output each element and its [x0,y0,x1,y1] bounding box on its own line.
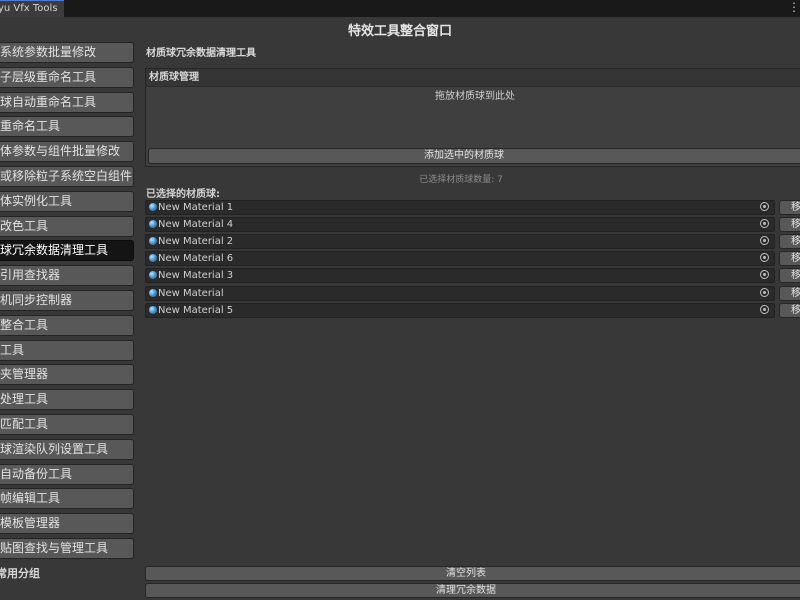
material-sphere-icon [149,254,157,263]
material-manager-panel: 材质球管理 拖放材质球到此处 添加选中的材质球 [145,68,800,167]
material-object-field[interactable]: New Material 2 [145,234,775,250]
material-object-field[interactable]: New Material 5 [145,302,775,318]
remove-material-button[interactable]: 移 [779,217,800,233]
material-sphere-icon [149,220,157,229]
material-sphere-icon [149,288,157,297]
sidebar-item[interactable]: 数子层级重命名工具 [0,66,134,88]
object-picker-icon[interactable] [760,287,769,297]
material-name: New Material 3 [158,270,234,282]
material-name: New Material 4 [158,219,234,231]
object-picker-icon[interactable] [760,202,769,211]
sidebar-item[interactable]: 藏夹管理器 [0,364,134,386]
material-object-field[interactable]: New Material 4 [145,217,775,233]
remove-material-button[interactable]: 移 [779,234,800,250]
sidebar-item[interactable]: 质球冗余数据清理工具 [0,240,134,262]
material-sphere-icon [149,203,157,211]
material-object-field[interactable]: New Material 1 [145,200,775,215]
sidebar-item[interactable]: 质球渲染队列设置工具 [0,438,134,460]
material-row: New Material 3 移 [145,268,800,285]
material-row: New Material 1 移 [145,200,800,217]
material-name: New Material 6 [158,253,234,265]
sidebar-item[interactable]: 子系统参数批量修改 [0,42,134,63]
window-tab[interactable]: yu Vfx Tools [0,0,64,17]
more-vertical-icon[interactable]: ⋮ [788,0,800,17]
material-row: New Material 2 移 [145,234,800,251]
material-object-field[interactable]: New Material [145,285,775,301]
clean-redundant-data-button[interactable]: 清理冗余数据 [145,583,800,598]
object-picker-icon[interactable] [760,304,769,314]
object-picker-icon[interactable] [760,253,769,263]
section-title: 材质球冗余数据清理工具 [146,48,256,59]
drop-zone-hint[interactable]: 拖放材质球到此处 [146,87,800,102]
sidebar-item[interactable]: 效模板管理器 [0,513,134,535]
sidebar-item[interactable]: 质球自动重命名工具 [0,91,134,113]
sidebar-item[interactable]: 源整合工具 [0,314,134,336]
window-title: 特效工具整合窗口 [347,24,452,39]
sidebar-item[interactable]: 刚体参数与组件批量修改 [0,141,134,163]
object-picker-icon[interactable] [760,236,769,246]
sidebar-item[interactable]: 加或移除粒子系统空白组件 [0,166,134,187]
material-name: New Material 1 [158,202,234,213]
material-row: New Material 移 [145,285,800,303]
material-row: New Material 5 移 [145,302,800,320]
material-row: New Material 6 移 [145,251,800,268]
selected-materials-label: 已选择的材质球: [146,189,220,200]
panel-header: 材质球管理 [146,69,800,87]
remove-material-button[interactable]: 移 [779,200,800,215]
material-name: New Material [158,287,224,299]
object-picker-icon[interactable] [760,270,769,280]
material-row: New Material 4 移 [145,217,800,234]
sidebar-item[interactable]: 度贴图查找与管理工具 [0,538,134,559]
remove-material-button[interactable]: 移 [779,268,800,284]
material-name: New Material 5 [158,304,234,316]
remove-material-button[interactable]: 移 [779,251,800,267]
tab-bar: yu Vfx Tools ⋮ [0,0,800,17]
sidebar-item[interactable]: 改改色工具 [0,215,134,237]
remove-material-button[interactable]: 移 [779,302,800,318]
remove-material-button[interactable]: 移 [779,285,800,301]
sidebar-item[interactable]: 画帧编辑工具 [0,488,134,510]
sidebar-item[interactable]: 图工具 [0,339,134,361]
sidebar-item[interactable]: 片处理工具 [0,389,134,411]
clear-list-button[interactable]: 清空列表 [145,566,800,581]
sidebar-group-label[interactable]: 常用分组 [0,565,40,581]
material-sphere-icon [149,271,157,280]
selected-count: 已选择材质球数量: 7 [419,175,503,185]
add-selected-materials-button[interactable]: 添加选中的材质球 [148,148,800,164]
object-picker-icon[interactable] [760,219,769,229]
sidebar-item[interactable]: 景自动备份工具 [0,463,134,485]
sidebar-item[interactable]: 改匹配工具 [0,414,134,435]
sidebar-item[interactable]: 像机同步控制器 [0,290,134,311]
material-object-field[interactable]: New Material 6 [145,251,775,267]
sidebar-item[interactable]: 源引用查找器 [0,265,134,287]
material-sphere-icon [149,305,157,314]
material-object-field[interactable]: New Material 3 [145,268,775,284]
sidebar-item[interactable]: 刚体实例化工具 [0,190,134,212]
material-sphere-icon [149,237,157,246]
material-name: New Material 2 [158,236,234,248]
sidebar-item[interactable]: 量重命名工具 [0,116,134,138]
